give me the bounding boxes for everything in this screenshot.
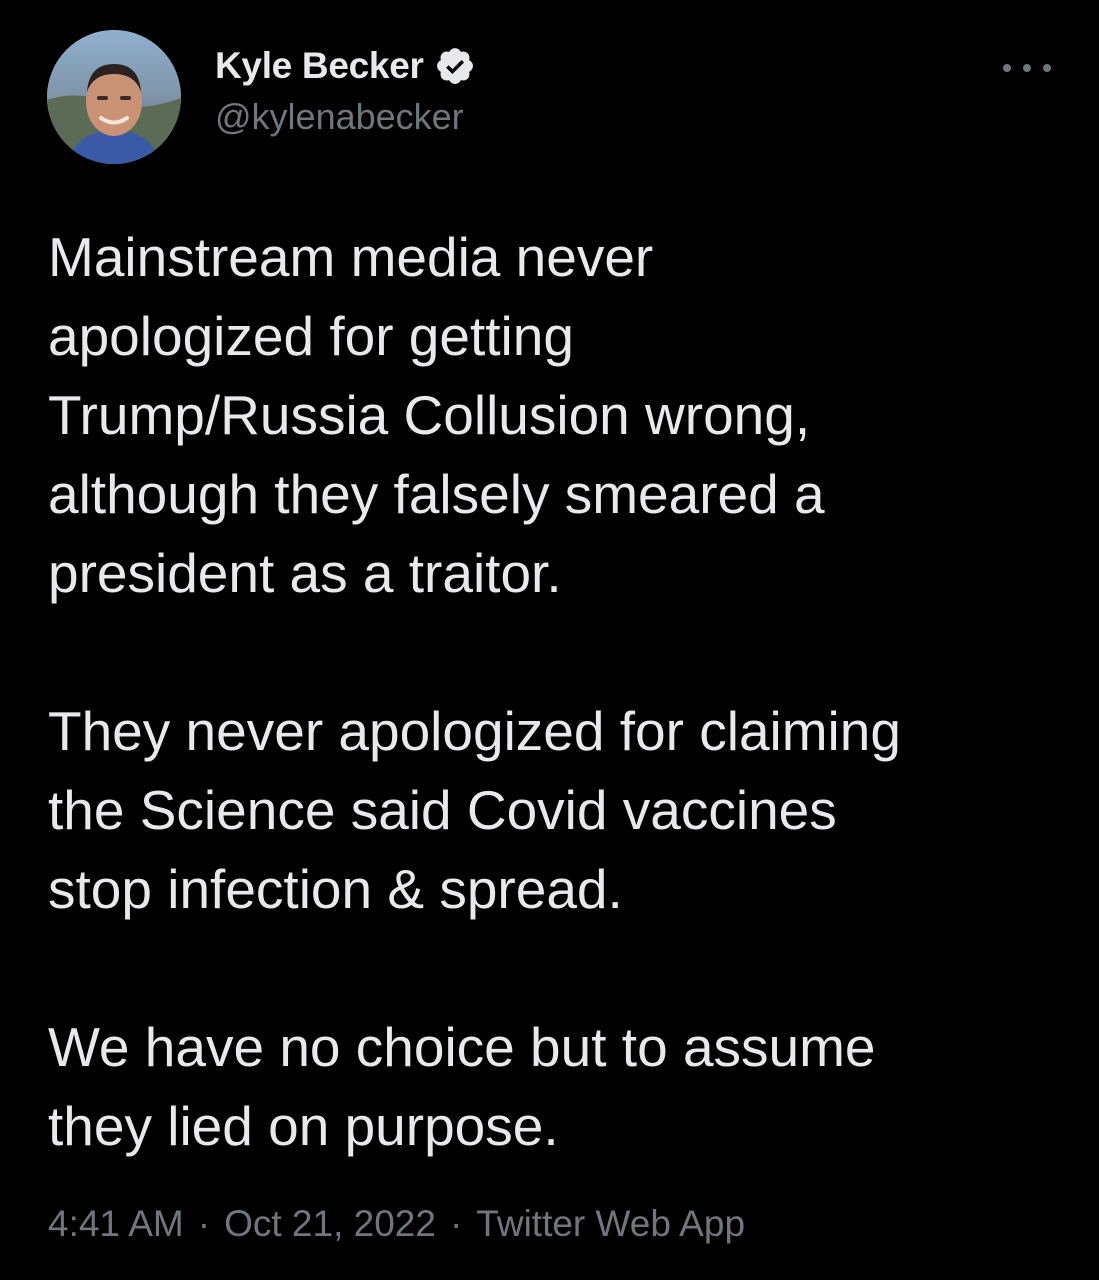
author-block: Kyle Becker @kylenabecker (215, 42, 476, 138)
tweet-paragraph: We have no choice but to assume they lie… (48, 1016, 876, 1157)
avatar[interactable] (47, 30, 181, 164)
name-row: Kyle Becker (215, 42, 476, 90)
tweet-paragraph: Mainstream media never apologized for ge… (48, 226, 825, 604)
tweet-source[interactable]: Twitter Web App (476, 1203, 745, 1244)
verified-badge-icon (436, 48, 473, 84)
more-options-icon[interactable] (1003, 50, 1051, 86)
display-name[interactable]: Kyle Becker (215, 45, 424, 87)
tweet-time[interactable]: 4:41 AM (48, 1203, 184, 1244)
tweet-metadata: 4:41 AM · Oct 21, 2022 · Twitter Web App (48, 1203, 745, 1245)
separator: · (449, 1203, 463, 1244)
profile-photo-icon (47, 30, 181, 164)
tweet-date[interactable]: Oct 21, 2022 (224, 1203, 436, 1244)
tweet-card: Kyle Becker @kylenabecker Mainstream med… (0, 0, 1099, 1280)
dot (1003, 64, 1011, 72)
tweet-text: Mainstream media never apologized for ge… (48, 218, 1068, 1166)
handle[interactable]: @kylenabecker (215, 96, 476, 138)
dot (1043, 64, 1051, 72)
separator: · (197, 1203, 211, 1244)
tweet-paragraph: They never apologized for claiming the S… (48, 700, 901, 920)
dot (1023, 64, 1031, 72)
